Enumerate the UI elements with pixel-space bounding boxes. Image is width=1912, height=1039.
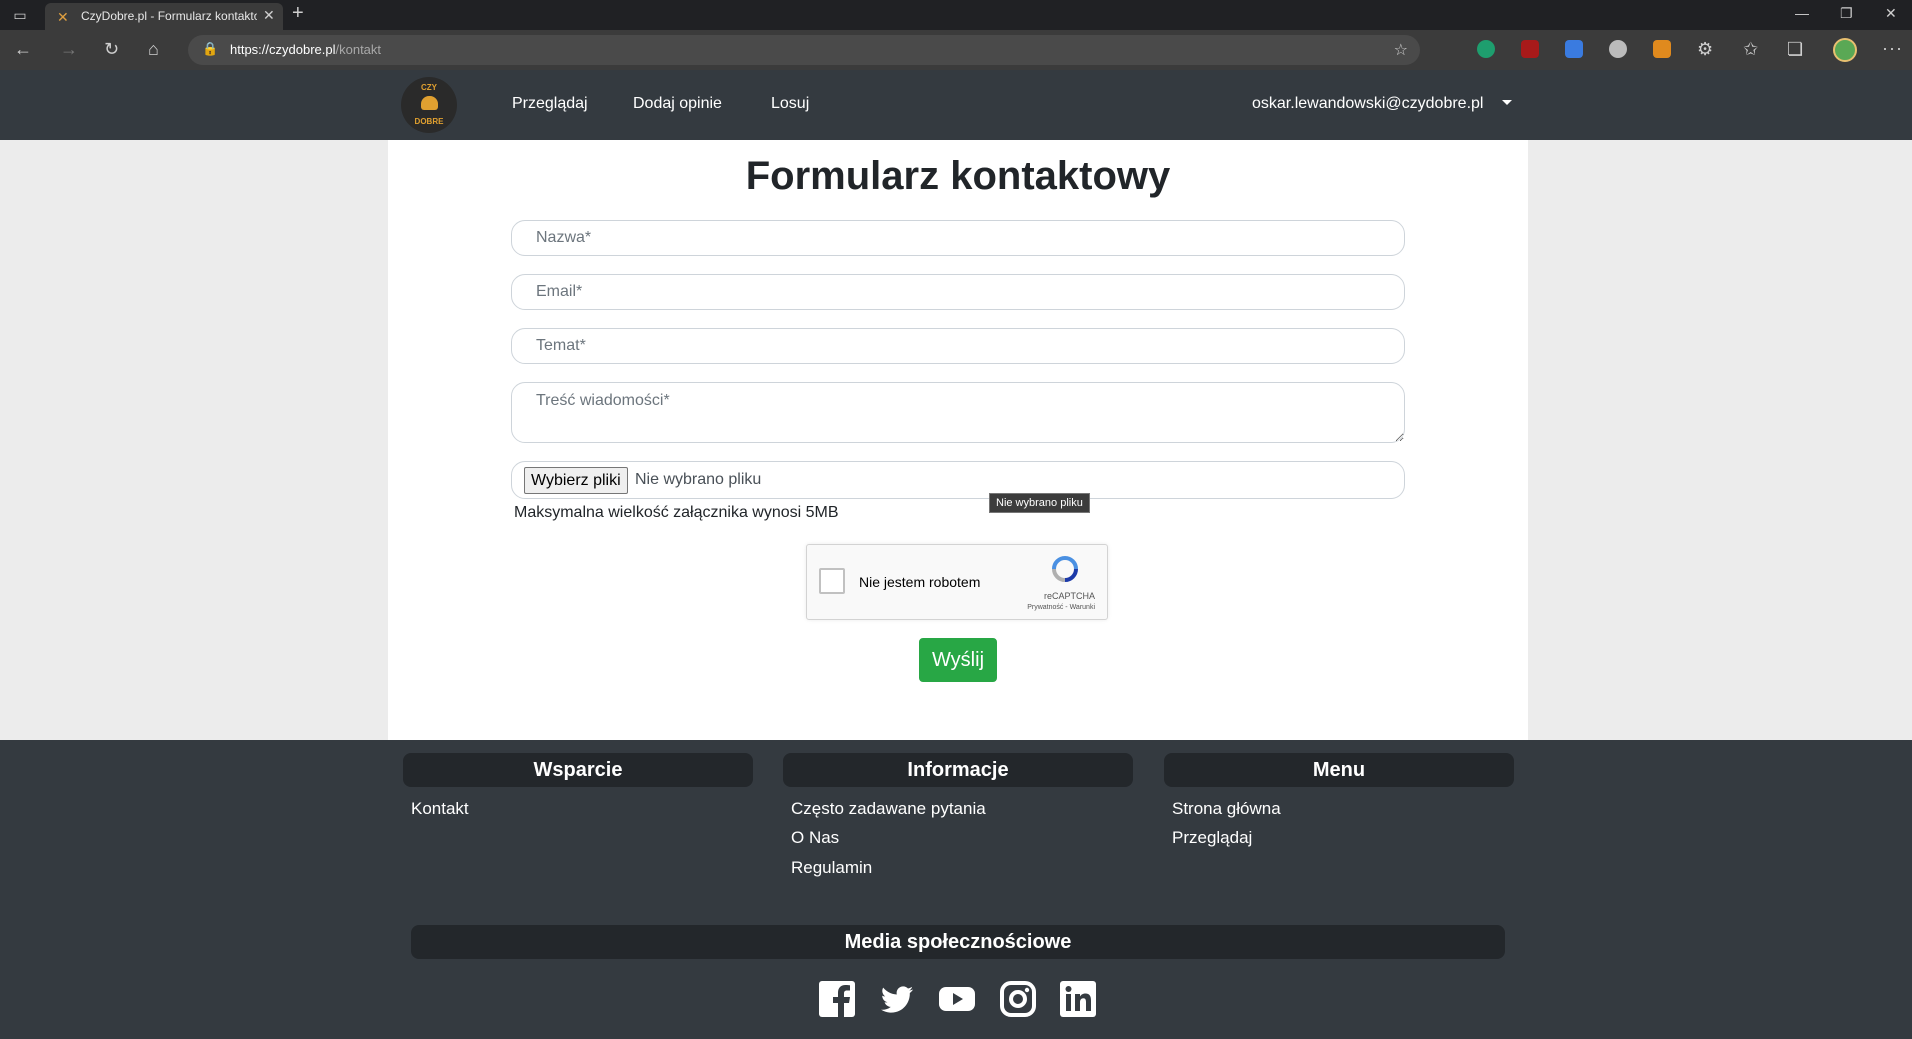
- footer-link-terms[interactable]: Regulamin: [791, 858, 872, 878]
- user-menu-caret-icon[interactable]: [1502, 100, 1512, 105]
- site-favicon-icon: ✕: [57, 9, 69, 25]
- more-options-icon[interactable]: ···: [1882, 38, 1903, 59]
- nav-add-review[interactable]: Dodaj opinie: [633, 95, 722, 113]
- tab-actions-icon[interactable]: ▭: [10, 0, 30, 30]
- burger-icon: [421, 96, 438, 110]
- lock-icon: 🔒: [202, 41, 219, 56]
- user-menu[interactable]: oskar.lewandowski@czydobre.pl: [1252, 95, 1483, 113]
- linkedin-icon[interactable]: [1059, 980, 1097, 1018]
- site-header: CZY DOBRE Przeglądaj Dodaj opinie Losuj …: [0, 70, 1912, 140]
- file-upload-field[interactable]: Wybierz pliki Nie wybrano pliku: [511, 461, 1405, 499]
- browser-toolbar: ← → ↻ ⌂ 🔒 https://czydobre.pl/kontakt ☆ …: [0, 30, 1912, 70]
- extension-translate-icon[interactable]: [1565, 40, 1583, 58]
- footer-link-home[interactable]: Strona główna: [1172, 799, 1281, 819]
- twitter-icon[interactable]: [878, 980, 916, 1018]
- add-favorite-icon[interactable]: ☆: [1394, 40, 1408, 60]
- window-close-icon[interactable]: ✕: [1885, 5, 1897, 22]
- extensions-icon[interactable]: ⚙: [1697, 39, 1713, 59]
- address-url[interactable]: https://czydobre.pl/kontakt: [230, 42, 381, 57]
- reload-icon[interactable]: ↻: [104, 39, 119, 59]
- site-logo[interactable]: CZY DOBRE: [401, 77, 457, 133]
- browser-tab[interactable]: ✕ CzyDobre.pl - Formularz kontaktowy ✕: [45, 3, 283, 30]
- recaptcha-widget: Nie jestem robotem reCAPTCHA Prywatność …: [806, 544, 1108, 620]
- address-bar[interactable]: 🔒 https://czydobre.pl/kontakt ☆: [188, 35, 1420, 65]
- new-tab-icon[interactable]: +: [292, 2, 304, 25]
- collections-icon[interactable]: ❏: [1787, 39, 1803, 59]
- name-input[interactable]: [511, 220, 1405, 256]
- subject-input[interactable]: [511, 328, 1405, 364]
- footer-link-about[interactable]: O Nas: [791, 828, 839, 848]
- forward-icon[interactable]: →: [60, 39, 78, 59]
- extension-ublock-icon[interactable]: [1521, 40, 1539, 58]
- file-size-hint: Maksymalna wielkość załącznika wynosi 5M…: [514, 504, 839, 521]
- extension-gear-icon[interactable]: [1609, 40, 1627, 58]
- message-textarea[interactable]: [511, 382, 1405, 443]
- footer-social-heading: Media społecznościowe: [411, 925, 1505, 959]
- file-status-text: Nie wybrano pliku: [635, 471, 762, 488]
- choose-files-button[interactable]: Wybierz pliki: [524, 467, 628, 494]
- youtube-icon[interactable]: [938, 980, 976, 1018]
- footer-info-heading: Informacje: [783, 753, 1133, 787]
- footer-support-heading: Wsparcie: [403, 753, 753, 787]
- facebook-icon[interactable]: [818, 980, 856, 1018]
- recaptcha-label: Nie jestem robotem: [859, 574, 981, 590]
- recaptcha-logo-icon: [1052, 556, 1078, 582]
- footer-link-faq[interactable]: Często zadawane pytania: [791, 799, 986, 819]
- footer-link-browse[interactable]: Przeglądaj: [1172, 828, 1252, 848]
- send-button[interactable]: Wyślij: [919, 638, 997, 682]
- logo-text-top: CZY: [421, 83, 437, 92]
- email-input[interactable]: [511, 274, 1405, 310]
- page-title: Formularz kontaktowy: [745, 154, 1171, 198]
- tab-title: CzyDobre.pl - Formularz kontaktowy: [81, 9, 257, 23]
- site-footer: Wsparcie Kontakt Informacje Często zadaw…: [0, 740, 1912, 1039]
- tab-close-icon[interactable]: ✕: [263, 7, 275, 24]
- profile-avatar[interactable]: [1833, 38, 1857, 62]
- recaptcha-links[interactable]: Prywatność - Warunki: [807, 604, 1095, 611]
- nav-browse[interactable]: Przeglądaj: [512, 95, 588, 113]
- back-icon[interactable]: ←: [14, 39, 32, 59]
- contact-form-panel: Formularz kontaktowy Wybierz pliki Nie w…: [388, 140, 1528, 740]
- footer-link-contact[interactable]: Kontakt: [411, 799, 469, 819]
- restore-icon[interactable]: ❐: [1840, 5, 1853, 22]
- instagram-icon[interactable]: [999, 980, 1037, 1018]
- home-icon[interactable]: ⌂: [148, 39, 159, 59]
- minimize-icon[interactable]: —: [1795, 5, 1809, 21]
- file-tooltip: Nie wybrano pliku: [989, 493, 1090, 513]
- nav-random[interactable]: Losuj: [771, 95, 809, 113]
- extension-mail-icon[interactable]: [1653, 40, 1671, 58]
- favorites-icon[interactable]: ✩: [1743, 39, 1758, 59]
- browser-tab-bar: ▭ ✕ CzyDobre.pl - Formularz kontaktowy ✕…: [0, 0, 1912, 30]
- logo-text-bottom: DOBRE: [414, 117, 444, 126]
- extension-shield-icon[interactable]: [1477, 40, 1495, 58]
- recaptcha-brand: reCAPTCHA: [1043, 591, 1095, 601]
- footer-menu-heading: Menu: [1164, 753, 1514, 787]
